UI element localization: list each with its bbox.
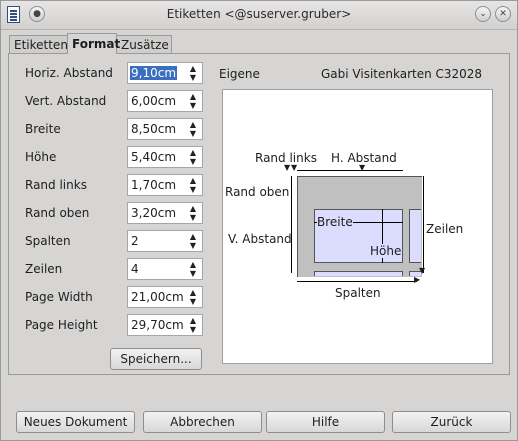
preview-zeilen: Zeilen: [426, 222, 464, 236]
page-width-value[interactable]: 21,00cm: [130, 290, 185, 304]
rand-links-value[interactable]: 1,70cm: [130, 178, 177, 192]
rand-oben-value[interactable]: 3,20cm: [130, 206, 177, 220]
horiz-abstand-spin[interactable]: 9,10cm ▲ ▼: [127, 62, 203, 84]
rand-links-spin[interactable]: 1,70cm ▲ ▼: [127, 174, 203, 196]
new-document-button[interactable]: Neues Dokument: [16, 411, 135, 433]
tab-zusaetze[interactable]: Zusätze: [116, 35, 172, 53]
label-spalten: Spalten: [25, 234, 71, 248]
breite-value[interactable]: 8,50cm: [130, 122, 177, 136]
minimize-icon[interactable]: ⌄: [475, 6, 491, 22]
spin-arrows-icon[interactable]: ▲ ▼: [186, 92, 200, 110]
back-button[interactable]: Zurück: [392, 411, 511, 433]
preview-rand-links: Rand links: [255, 151, 317, 165]
preview-hoehe: Höhe: [370, 244, 402, 258]
page-height-value[interactable]: 29,70cm: [130, 318, 185, 332]
label-page-width: Page Width: [25, 290, 93, 304]
window-title: Etiketten <@suserver.gruber>: [166, 7, 352, 21]
preview-h-abstand: H. Abstand: [331, 151, 397, 165]
label-breite: Breite: [25, 122, 61, 136]
page-width-spin[interactable]: 21,00cm ▲ ▼: [127, 286, 203, 308]
spin-arrows-icon[interactable]: ▲ ▼: [186, 232, 200, 250]
save-button[interactable]: Speichern...: [110, 348, 202, 370]
breite-spin[interactable]: 8,50cm ▲ ▼: [127, 118, 203, 140]
spin-arrows-icon[interactable]: ▲ ▼: [186, 260, 200, 278]
title-bar[interactable]: ● Etiketten <@suserver.gruber> ⌄ ✕: [1, 1, 517, 30]
spin-arrows-icon[interactable]: ▲ ▼: [186, 120, 200, 138]
tab-etiketten[interactable]: Etiketten: [9, 35, 68, 53]
vert-abstand-spin[interactable]: 6,00cm ▲ ▼: [127, 90, 203, 112]
spalten-value[interactable]: 2: [130, 234, 140, 248]
hoehe-spin[interactable]: 5,40cm ▲ ▼: [127, 146, 203, 168]
label-type-name: Gabi Visitenkarten C32028: [321, 67, 483, 81]
tab-format[interactable]: Format: [67, 33, 120, 54]
page-height-spin[interactable]: 29,70cm ▲ ▼: [127, 314, 203, 336]
spin-arrows-icon[interactable]: ▲ ▼: [186, 64, 200, 82]
spalten-arrow-icon: ▶: [414, 275, 421, 284]
spin-arrows-icon[interactable]: ▲ ▼: [186, 148, 200, 166]
spalten-spin[interactable]: 2 ▲ ▼: [127, 230, 203, 252]
label-horiz-abstand: Horiz. Abstand: [25, 66, 113, 80]
label-rand-oben: Rand oben: [25, 206, 90, 220]
v-abstand-line: [291, 176, 292, 273]
labels-dialog: ● Etiketten <@suserver.gruber> ⌄ ✕ Etike…: [0, 0, 518, 441]
zeilen-value[interactable]: 4: [130, 262, 140, 276]
close-icon[interactable]: ✕: [495, 6, 511, 22]
h-abstand-line: [297, 170, 403, 171]
spalten-line: [297, 281, 417, 282]
hoehe-value[interactable]: 5,40cm: [130, 150, 177, 164]
label-page-height: Page Height: [25, 318, 98, 332]
zeilen-spin[interactable]: 4 ▲ ▼: [127, 258, 203, 280]
label-hoehe: Höhe: [25, 150, 57, 164]
preview-breite: Breite: [317, 215, 353, 229]
rand-oben-spin[interactable]: 3,20cm ▲ ▼: [127, 202, 203, 224]
label-brand: Eigene: [219, 67, 260, 81]
zeilen-line: [423, 176, 424, 273]
preview-label-2: [409, 209, 421, 263]
horiz-abstand-value[interactable]: 9,10cm: [130, 66, 178, 80]
spin-arrows-icon[interactable]: ▲ ▼: [186, 204, 200, 222]
label-zeilen: Zeilen: [25, 262, 63, 276]
preview-spalten: Spalten: [335, 286, 381, 300]
spin-arrows-icon[interactable]: ▲ ▼: [186, 288, 200, 306]
spin-arrows-icon[interactable]: ▲ ▼: [186, 316, 200, 334]
vert-abstand-value[interactable]: 6,00cm: [130, 94, 177, 108]
help-button[interactable]: Hilfe: [266, 411, 385, 433]
preview-label-3: [314, 271, 403, 276]
label-preview: Breite Höhe ▼ ▼ ▼ Rand links H. Abstand …: [222, 89, 493, 364]
preview-rand-oben: Rand oben: [225, 185, 290, 199]
spin-arrows-icon[interactable]: ▲ ▼: [186, 176, 200, 194]
zeilen-arrow-icon: ▼: [419, 266, 426, 275]
label-vert-abstand: Vert. Abstand: [25, 94, 107, 108]
cancel-button[interactable]: Abbrechen: [143, 411, 262, 433]
label-rand-links: Rand links: [25, 178, 87, 192]
preview-v-abstand: V. Abstand: [228, 232, 292, 246]
